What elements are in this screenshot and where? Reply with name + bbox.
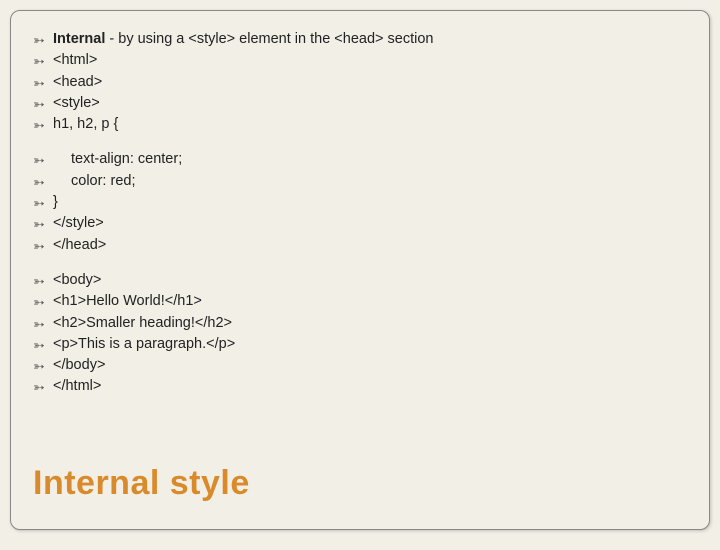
bullet-group-2: ➳ text-align: center; ➳ color: red; ➳ } …	[33, 149, 687, 255]
list-item: ➳ <body>	[33, 270, 687, 291]
list-item: ➳ text-align: center;	[33, 149, 687, 170]
list-item-text: <p>This is a paragraph.</p>	[53, 334, 687, 355]
rest-text: - by using a <style> element in the <hea…	[105, 31, 433, 47]
bullet-icon: ➳	[33, 313, 53, 334]
bullet-icon: ➳	[33, 213, 53, 234]
bullet-icon: ➳	[33, 376, 53, 397]
list-item: ➳ h1, h2, p {	[33, 114, 687, 135]
list-item-text: </html>	[53, 376, 687, 397]
list-item: ➳ <style>	[33, 93, 687, 114]
list-item: ➳ <h2>Smaller heading!</h2>	[33, 313, 687, 334]
list-item-text: }	[53, 192, 687, 213]
bullet-group-1: ➳ Internal - by using a <style> element …	[33, 29, 687, 135]
bullet-icon: ➳	[33, 235, 53, 256]
slide-title: Internal style	[33, 464, 250, 503]
list-item-text: <h1>Hello World!</h1>	[53, 291, 687, 312]
list-item-text: <head>	[53, 72, 687, 93]
bullet-group-3: ➳ <body> ➳ <h1>Hello World!</h1> ➳ <h2>S…	[33, 270, 687, 398]
bullet-icon: ➳	[33, 171, 53, 192]
bullet-icon: ➳	[33, 334, 53, 355]
bullet-icon: ➳	[33, 355, 53, 376]
bullet-icon: ➳	[33, 93, 53, 114]
list-item: ➳ color: red;	[33, 171, 687, 192]
list-item: ➳ <html>	[33, 50, 687, 71]
list-item: ➳ </style>	[33, 213, 687, 234]
list-item-text: <html>	[53, 50, 687, 71]
bullet-icon: ➳	[33, 29, 53, 50]
list-item-text: <style>	[53, 93, 687, 114]
list-item-text: </body>	[53, 355, 687, 376]
list-item-text: color: red;	[53, 171, 687, 192]
bold-text: Internal	[53, 31, 105, 47]
bullet-icon: ➳	[33, 114, 53, 135]
list-item-text: Internal - by using a <style> element in…	[53, 29, 687, 50]
list-item-text: </head>	[53, 235, 687, 256]
list-item-text: <h2>Smaller heading!</h2>	[53, 313, 687, 334]
list-item: ➳ </body>	[33, 355, 687, 376]
list-item: ➳ </head>	[33, 235, 687, 256]
list-item: ➳ <head>	[33, 72, 687, 93]
list-item: ➳ <h1>Hello World!</h1>	[33, 291, 687, 312]
bullet-icon: ➳	[33, 149, 53, 170]
list-item: ➳ Internal - by using a <style> element …	[33, 29, 687, 50]
slide-content: ➳ Internal - by using a <style> element …	[33, 29, 687, 398]
list-item-text: </style>	[53, 213, 687, 234]
list-item: ➳ }	[33, 192, 687, 213]
bullet-icon: ➳	[33, 50, 53, 71]
bullet-icon: ➳	[33, 192, 53, 213]
list-item-text: <body>	[53, 270, 687, 291]
bullet-icon: ➳	[33, 291, 53, 312]
slide-container: ➳ Internal - by using a <style> element …	[10, 10, 710, 530]
bullet-icon: ➳	[33, 72, 53, 93]
list-item: ➳ <p>This is a paragraph.</p>	[33, 334, 687, 355]
list-item: ➳ </html>	[33, 376, 687, 397]
list-item-text: text-align: center;	[53, 149, 687, 170]
list-item-text: h1, h2, p {	[53, 114, 687, 135]
bullet-icon: ➳	[33, 270, 53, 291]
